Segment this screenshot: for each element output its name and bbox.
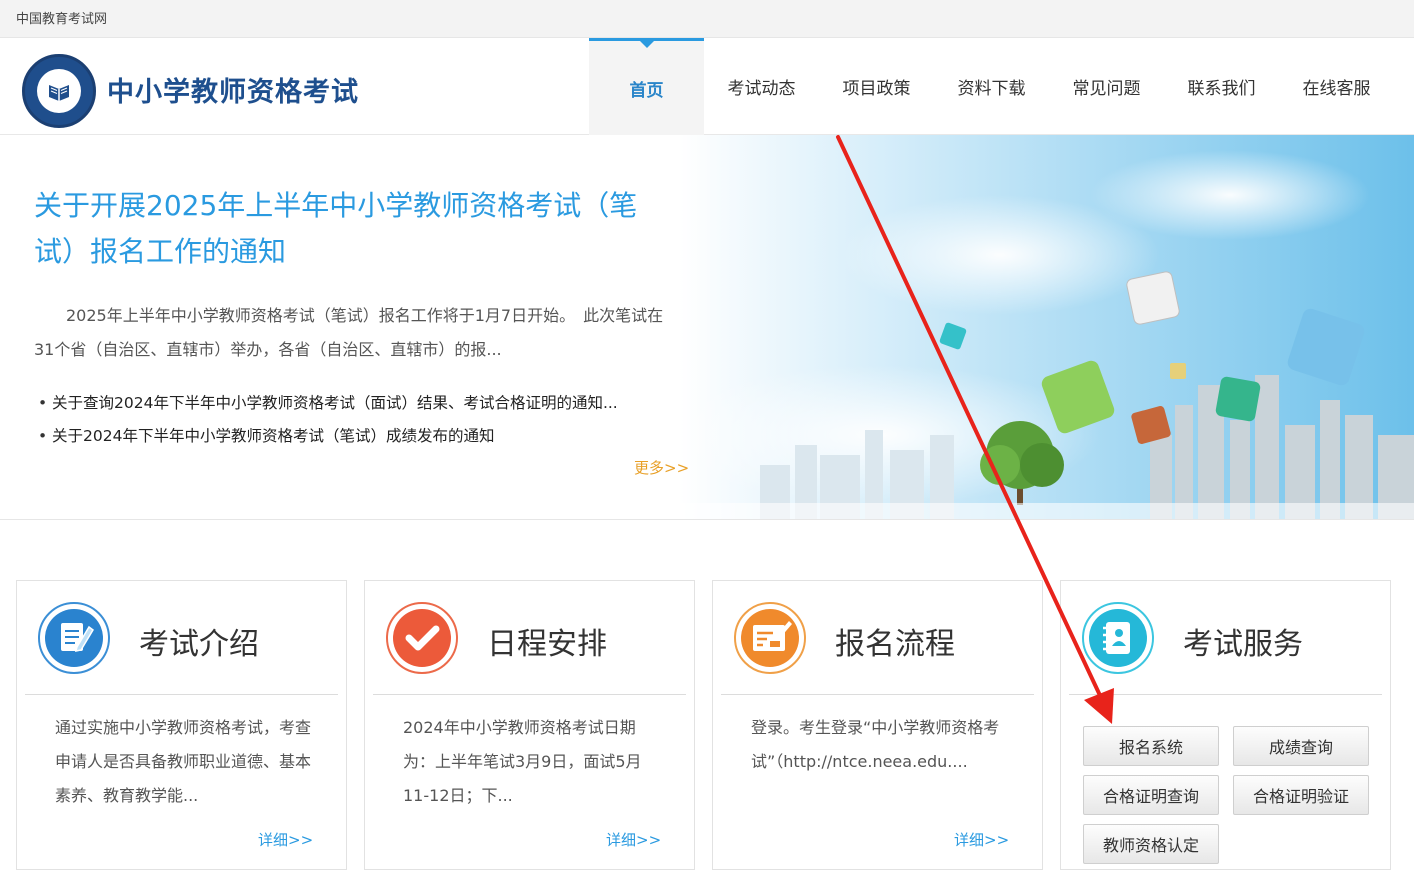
nav-downloads[interactable]: 资料下载 [934, 38, 1049, 135]
checkmark-icon[interactable] [385, 601, 459, 675]
headline-news-summary: 2025年上半年中小学教师资格考试（笔试）报名工作将于1月7日开始。 此次笔试在… [34, 306, 664, 359]
card-detail-link[interactable]: 详细>> [954, 829, 1009, 850]
news-more-link[interactable]: 更多>> [634, 457, 689, 478]
card-title: 考试服务 [1183, 627, 1303, 662]
card-exam-service: 考试服务 报名系统 成绩查询 合格证明查询 合格证明验证 教师资格认定 [1060, 580, 1391, 870]
card-divider [373, 694, 686, 695]
card-divider [1069, 694, 1382, 695]
news-banner: 关于开展2025年上半年中小学教师资格考试（笔试）报名工作的通知 2025年上半… [0, 135, 1414, 520]
card-text: 登录。考生登录“中小学教师资格考试”（http://ntce.neea.edu.… [751, 718, 1000, 771]
certificate-query-button[interactable]: 合格证明查询 [1083, 775, 1219, 815]
news-list-item[interactable]: 关于2024年下半年中小学教师资格考试（笔试）成绩发布的通知 [38, 420, 688, 453]
registration-form-icon[interactable] [733, 601, 807, 675]
certificate-verify-button[interactable]: 合格证明验证 [1233, 775, 1369, 815]
site-header: 中小学教师资格考试 首页 考试动态 项目政策 资料下载 常见问题 联系我们 在线… [0, 38, 1414, 135]
neea-site-link[interactable]: 中国教育考试网 [16, 8, 107, 27]
card-title: 报名流程 [835, 627, 955, 662]
nav-exam-news[interactable]: 考试动态 [704, 38, 819, 135]
nav-faq[interactable]: 常见问题 [1049, 38, 1164, 135]
teacher-qualification-button[interactable]: 教师资格认定 [1083, 824, 1219, 864]
registration-system-button[interactable]: 报名系统 [1083, 726, 1219, 766]
card-text: 通过实施中小学教师资格考试，考查申请人是否具备教师职业道德、基本素养、教育教学能… [55, 718, 312, 805]
nav-home[interactable]: 首页 [589, 38, 704, 135]
nav-policy[interactable]: 项目政策 [819, 38, 934, 135]
card-schedule: 日程安排 2024年中小学教师资格考试日期为：上半年笔试3月9日，面试5月11-… [364, 580, 695, 870]
top-bar: 中国教育考试网 [0, 0, 1414, 38]
main-nav: 首页 考试动态 项目政策 资料下载 常见问题 联系我们 在线客服 [589, 38, 1394, 135]
card-title: 考试介绍 [139, 627, 259, 662]
card-detail-link[interactable]: 详细>> [606, 829, 661, 850]
feature-cards: 考试介绍 通过实施中小学教师资格考试，考查申请人是否具备教师职业道德、基本素养、… [0, 520, 1414, 885]
news-list: 关于查询2024年下半年中小学教师资格考试（面试）结果、考试合格证明的通知...… [38, 387, 688, 453]
card-divider [25, 694, 338, 695]
headline-news-title[interactable]: 关于开展2025年上半年中小学教师资格考试（笔试）报名工作的通知 [34, 183, 674, 275]
score-query-button[interactable]: 成绩查询 [1233, 726, 1369, 766]
nav-contact[interactable]: 联系我们 [1164, 38, 1279, 135]
card-registration-process: 报名流程 登录。考生登录“中小学教师资格考试”（http://ntce.neea… [712, 580, 1043, 870]
card-title: 日程安排 [487, 627, 607, 662]
site-logo-icon[interactable] [22, 54, 96, 128]
site-title[interactable]: 中小学教师资格考试 [107, 70, 359, 109]
card-divider [721, 694, 1034, 695]
contact-book-icon[interactable] [1081, 601, 1155, 675]
document-edit-icon[interactable] [37, 601, 111, 675]
card-exam-intro: 考试介绍 通过实施中小学教师资格考试，考查申请人是否具备教师职业道德、基本素养、… [16, 580, 347, 870]
card-text: 2024年中小学教师资格考试日期为：上半年笔试3月9日，面试5月11-12日；下… [403, 718, 642, 805]
card-detail-link[interactable]: 详细>> [258, 829, 313, 850]
news-list-item[interactable]: 关于查询2024年下半年中小学教师资格考试（面试）结果、考试合格证明的通知... [38, 387, 688, 420]
nav-online-service[interactable]: 在线客服 [1279, 38, 1394, 135]
